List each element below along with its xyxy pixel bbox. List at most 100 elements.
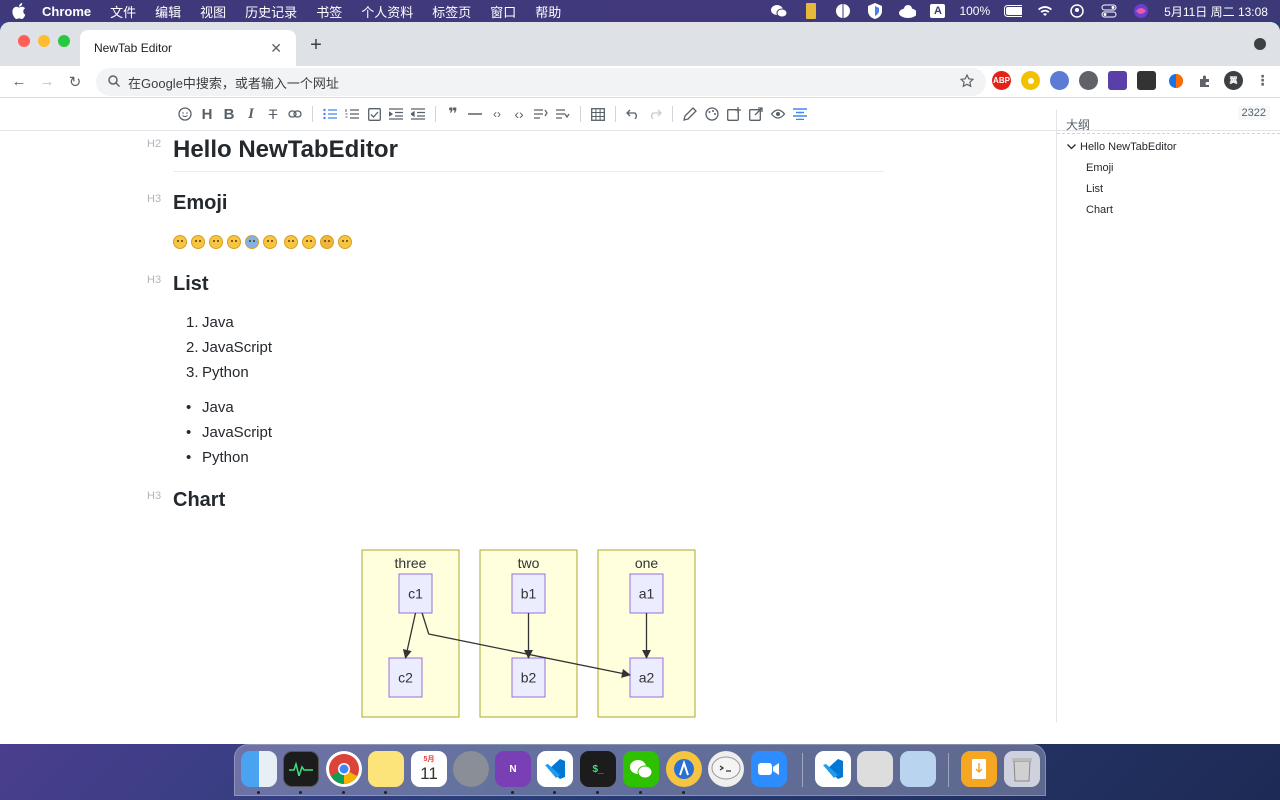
globe-status-icon[interactable]: [834, 4, 852, 18]
ring-extension-icon[interactable]: [1021, 71, 1040, 90]
window-controls: [18, 35, 70, 47]
downloads-stack-dock-icon[interactable]: [961, 751, 997, 787]
apple-menu-icon[interactable]: [12, 3, 26, 19]
shield-status-icon[interactable]: [866, 3, 884, 19]
zoom-dock-icon[interactable]: [751, 751, 787, 787]
heading-list[interactable]: List: [173, 273, 209, 296]
editor-content[interactable]: H2 Hello NewTabEditor H3 Emoji H3 List 1…: [0, 110, 1056, 722]
subgraph-label: two: [518, 555, 540, 571]
ordered-list-item[interactable]: 2. JavaScript: [186, 339, 272, 356]
notes-dock-icon[interactable]: [368, 751, 404, 787]
node-label: a2: [639, 670, 655, 686]
menu-file[interactable]: 文件: [110, 2, 136, 21]
translate-extension-icon[interactable]: [1050, 71, 1069, 90]
heading-emoji[interactable]: Emoji: [173, 192, 227, 215]
calendar-dock-icon[interactable]: 5月 11: [411, 751, 447, 787]
ordered-list-item[interactable]: 1. Java: [186, 314, 234, 331]
menu-view[interactable]: 视图: [200, 2, 226, 21]
minimize-window-button[interactable]: [38, 35, 50, 47]
back-button[interactable]: ←: [10, 73, 28, 90]
bullet-list-item[interactable]: • JavaScript: [186, 424, 272, 441]
menu-window[interactable]: 窗口: [490, 2, 516, 21]
onenote-dock-icon[interactable]: N: [495, 751, 531, 787]
outline-panel: 大纲 Hello NewTabEditor Emoji List Chart: [1056, 110, 1280, 722]
list-number: 3.: [186, 364, 199, 381]
finder-dock-icon[interactable]: [241, 751, 277, 787]
outline-item-list[interactable]: List: [1057, 178, 1280, 199]
zoom-window-button[interactable]: [58, 35, 70, 47]
list-number: 1.: [186, 314, 199, 331]
list-item-text: Python: [202, 449, 249, 466]
new-tab-button[interactable]: +: [305, 34, 327, 57]
system-preferences-dock-icon[interactable]: [453, 751, 489, 787]
sweat-smile-emoji-icon: [263, 235, 277, 249]
messages-dock-icon[interactable]: [708, 751, 744, 787]
menu-bookmarks[interactable]: 书签: [316, 2, 342, 21]
siri-icon[interactable]: [1132, 4, 1150, 18]
bookmark-status-icon[interactable]: [802, 3, 820, 19]
mermaid-flowchart: three c1 c2 two b1 b2 one a1 a2: [361, 549, 696, 718]
outline-item-emoji[interactable]: Emoji: [1057, 157, 1280, 178]
preview-dock-icon[interactable]: [900, 751, 936, 787]
profile-avatar[interactable]: 翼: [1224, 71, 1243, 90]
battery-icon[interactable]: [1004, 4, 1023, 18]
outline-item-chart[interactable]: Chart: [1057, 199, 1280, 220]
forward-button[interactable]: →: [38, 73, 56, 90]
outline-item-root[interactable]: Hello NewTabEditor: [1057, 136, 1280, 157]
calendar-month: 5月: [423, 756, 435, 763]
menu-app-name[interactable]: Chrome: [42, 4, 91, 19]
chevron-down-icon[interactable]: [1067, 141, 1076, 153]
menu-edit[interactable]: 编辑: [155, 2, 181, 21]
bullet-list-item[interactable]: • Java: [186, 399, 234, 416]
tab-search-button[interactable]: [1254, 38, 1266, 50]
vscode-dock-icon[interactable]: [537, 751, 573, 787]
document-title[interactable]: Hello NewTabEditor: [173, 136, 398, 164]
node-label: b1: [521, 586, 537, 602]
running-indicator: [682, 791, 685, 794]
running-indicator: [342, 791, 345, 794]
wechat-dock-icon[interactable]: [623, 751, 659, 787]
flame-extension-icon[interactable]: [1166, 71, 1185, 90]
trash-dock-icon[interactable]: [1004, 751, 1040, 787]
activity-monitor-dock-icon[interactable]: [283, 751, 319, 787]
heading-chart[interactable]: Chart: [173, 489, 225, 512]
reload-button[interactable]: ↻: [66, 73, 84, 91]
user-status-icon[interactable]: [1068, 4, 1086, 18]
control-center-icon[interactable]: [1100, 4, 1118, 18]
menu-tabs[interactable]: 标签页: [432, 2, 471, 21]
list-item-text: Java: [202, 314, 234, 331]
bookmark-star-icon[interactable]: [959, 73, 975, 91]
ordered-list-item[interactable]: 3. Python: [186, 364, 249, 381]
address-bar[interactable]: 在Google中搜索，或者输入一个网址: [96, 68, 986, 96]
gpu-monitor-dock-icon[interactable]: [857, 751, 893, 787]
chrome-menu-icon[interactable]: ⋮: [1253, 71, 1272, 90]
grid-extension-icon[interactable]: [1108, 71, 1127, 90]
node-label: a1: [639, 586, 655, 602]
chrome-dock-icon[interactable]: [326, 751, 362, 787]
menu-history[interactable]: 历史记录: [245, 2, 297, 21]
bullet-list-item[interactable]: • Python: [186, 449, 249, 466]
cloud-status-icon[interactable]: [898, 4, 917, 18]
input-method-icon[interactable]: A: [930, 4, 946, 18]
outline-title: 大纲: [1057, 110, 1280, 134]
menu-help[interactable]: 帮助: [535, 2, 561, 21]
adblock-extension-icon[interactable]: ABP: [992, 71, 1011, 90]
terminal-dock-icon[interactable]: $_: [580, 751, 616, 787]
close-window-button[interactable]: [18, 35, 30, 47]
extensions-puzzle-icon[interactable]: [1195, 71, 1214, 90]
clock-datetime[interactable]: 5月11日 周二 13:08: [1164, 3, 1268, 20]
tab-newtab-editor[interactable]: NewTab Editor ✕: [80, 30, 296, 66]
dark-mode-extension-icon[interactable]: [1079, 71, 1098, 90]
node-label: c1: [408, 586, 423, 602]
extensions-bar: ABP 翼 ⋮: [992, 71, 1272, 90]
vscode-recent-dock-icon[interactable]: [815, 751, 851, 787]
dock-divider: [802, 753, 803, 787]
close-tab-icon[interactable]: ✕: [270, 40, 282, 57]
robot-extension-icon[interactable]: [1137, 71, 1156, 90]
wifi-icon[interactable]: [1036, 4, 1054, 18]
menu-profile[interactable]: 个人资料: [361, 2, 413, 21]
heading-level-marker: H3: [147, 274, 162, 286]
wechat-status-icon[interactable]: [770, 4, 788, 18]
browser-toolbar: ← → ↻ 在Google中搜索，或者输入一个网址 ABP 翼 ⋮: [0, 66, 1280, 98]
xcode-dock-icon[interactable]: [666, 751, 702, 787]
